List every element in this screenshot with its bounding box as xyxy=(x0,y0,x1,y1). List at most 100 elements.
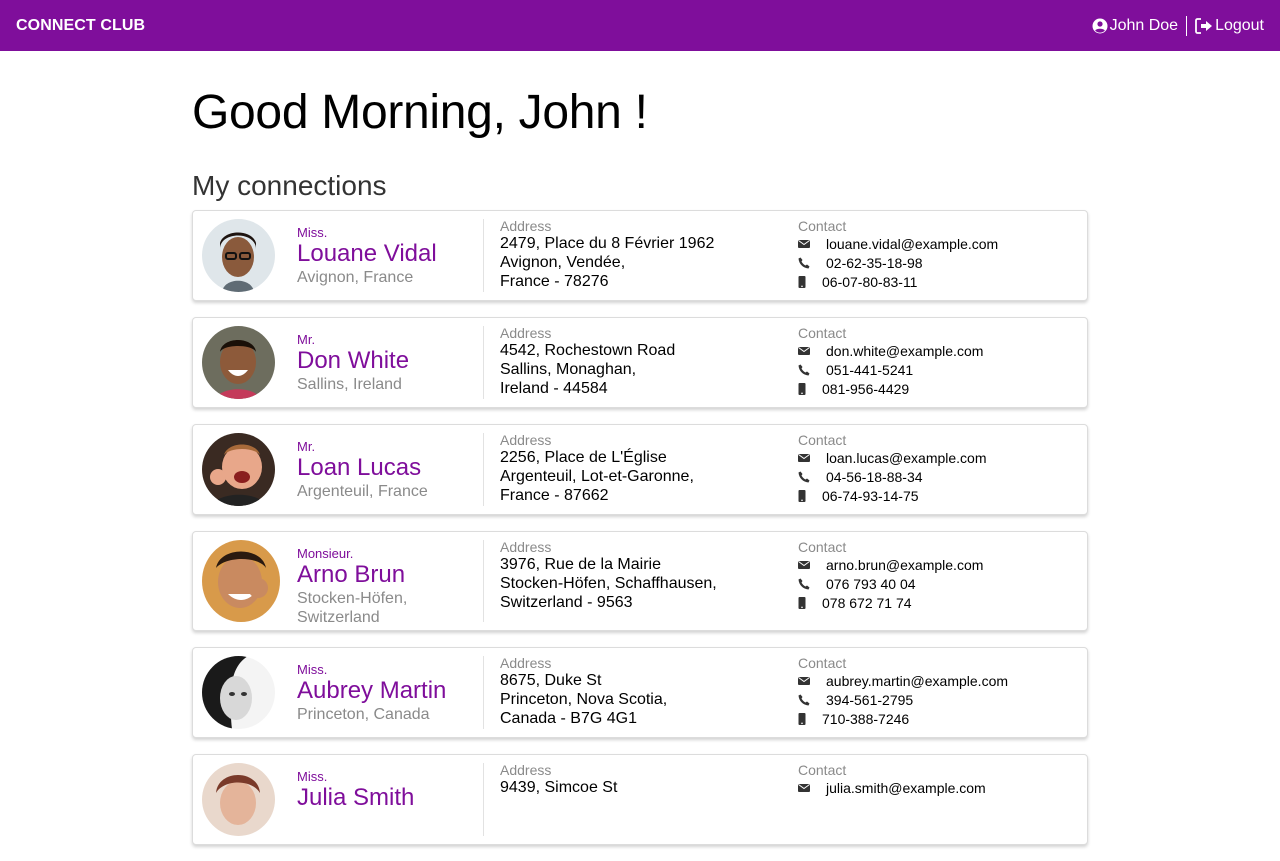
user-name-label: John Doe xyxy=(1109,16,1179,34)
address-block: Address 2256, Place de L'Église Argenteu… xyxy=(500,433,780,505)
email-row[interactable]: arno.brun@example.com xyxy=(798,555,1088,574)
avatar xyxy=(202,540,280,622)
mobile-row[interactable]: 710-388-7246 xyxy=(798,709,1088,728)
connection-location: Avignon, France xyxy=(297,269,414,286)
mobile-value[interactable]: 06-07-80-83-11 xyxy=(822,274,917,290)
connection-identity: Monsieur. Arno Brun Stocken-Höfen, Switz… xyxy=(297,546,477,627)
connection-card[interactable]: Mr. Don White Sallins, Ireland Address 4… xyxy=(192,317,1088,408)
mobile-row[interactable]: 078 672 71 74 xyxy=(798,593,1088,612)
connection-name[interactable]: Arno Brun xyxy=(297,561,477,589)
user-circle-icon xyxy=(1092,18,1108,33)
phone-value[interactable]: 051-441-5241 xyxy=(826,362,913,378)
mobile-icon xyxy=(798,596,806,609)
address-line: Switzerland - 9563 xyxy=(500,594,633,611)
connection-location: Argenteuil, France xyxy=(297,483,428,500)
connection-name[interactable]: Don White xyxy=(297,347,477,375)
connection-card[interactable]: Miss. Aubrey Martin Princeton, Canada Ad… xyxy=(192,647,1088,738)
email-value[interactable]: arno.brun@example.com xyxy=(826,557,983,573)
card-divider xyxy=(483,656,484,729)
contact-label: Contact xyxy=(798,655,847,671)
contact-label: Contact xyxy=(798,762,847,778)
contact-block: Contact aubrey.martin@example.com 394-56… xyxy=(798,656,1088,728)
connection-name[interactable]: Aubrey Martin xyxy=(297,677,477,705)
address-line: Princeton, Nova Scotia, xyxy=(500,691,668,708)
address-line: 2256, Place de L'Église xyxy=(500,449,667,466)
phone-value[interactable]: 04-56-18-88-34 xyxy=(826,469,923,485)
address-line: 3976, Rue de la Mairie xyxy=(500,556,661,573)
phone-row[interactable]: 051-441-5241 xyxy=(798,360,1088,379)
connection-name[interactable]: Louane Vidal xyxy=(297,240,477,268)
email-row[interactable]: julia.smith@example.com xyxy=(798,778,1088,797)
contact-label: Contact xyxy=(798,432,847,448)
brand-logo[interactable]: CONNECT CLUB xyxy=(16,17,145,35)
contact-label: Contact xyxy=(798,325,847,341)
contact-label: Contact xyxy=(798,218,847,234)
email-value[interactable]: don.white@example.com xyxy=(826,343,983,359)
email-row[interactable]: louane.vidal@example.com xyxy=(798,234,1088,253)
mobile-row[interactable]: 06-74-93-14-75 xyxy=(798,486,1088,505)
address-line: Canada - B7G 4G1 xyxy=(500,710,637,727)
email-value[interactable]: louane.vidal@example.com xyxy=(826,236,998,252)
email-value[interactable]: loan.lucas@example.com xyxy=(826,450,987,466)
phone-icon xyxy=(798,471,810,482)
email-row[interactable]: loan.lucas@example.com xyxy=(798,448,1088,467)
contact-block: Contact louane.vidal@example.com 02-62-3… xyxy=(798,219,1088,291)
phone-row[interactable]: 02-62-35-18-98 xyxy=(798,253,1088,272)
contact-block: Contact don.white@example.com 051-441-52… xyxy=(798,326,1088,398)
connection-title: Miss. xyxy=(297,662,328,677)
connection-card[interactable]: Mr. Loan Lucas Argenteuil, France Addres… xyxy=(192,424,1088,515)
connection-location: Sallins, Ireland xyxy=(297,376,402,393)
mobile-value[interactable]: 081-956-4429 xyxy=(822,381,909,397)
card-divider xyxy=(483,326,484,399)
phone-row[interactable]: 04-56-18-88-34 xyxy=(798,467,1088,486)
email-value[interactable]: julia.smith@example.com xyxy=(826,780,986,796)
email-row[interactable]: aubrey.martin@example.com xyxy=(798,671,1088,690)
user-menu-link[interactable]: John Doe xyxy=(1092,16,1179,35)
card-divider xyxy=(483,540,484,622)
phone-row[interactable]: 394-561-2795 xyxy=(798,690,1088,709)
email-value[interactable]: aubrey.martin@example.com xyxy=(826,673,1008,689)
email-row[interactable]: don.white@example.com xyxy=(798,341,1088,360)
phone-value[interactable]: 394-561-2795 xyxy=(826,692,913,708)
address-label: Address xyxy=(500,325,552,341)
mobile-row[interactable]: 081-956-4429 xyxy=(798,379,1088,398)
connection-identity: Mr. Don White Sallins, Ireland xyxy=(297,332,477,394)
address-label: Address xyxy=(500,432,552,448)
connection-identity: Miss. Julia Smith xyxy=(297,769,477,812)
mobile-row[interactable]: 06-07-80-83-11 xyxy=(798,272,1088,291)
envelope-icon xyxy=(798,453,810,462)
mobile-value[interactable]: 06-74-93-14-75 xyxy=(822,488,919,504)
contact-label: Contact xyxy=(798,539,847,555)
sign-out-icon xyxy=(1195,17,1213,34)
contact-block: Contact julia.smith@example.com xyxy=(798,763,1088,797)
phone-icon xyxy=(798,257,810,268)
connection-card[interactable]: Monsieur. Arno Brun Stocken-Höfen, Switz… xyxy=(192,531,1088,631)
phone-value[interactable]: 076 793 40 04 xyxy=(826,576,916,592)
phone-row[interactable]: 076 793 40 04 xyxy=(798,574,1088,593)
card-divider xyxy=(483,219,484,292)
phone-value[interactable]: 02-62-35-18-98 xyxy=(826,255,923,271)
address-block: Address 9439, Simcoe St xyxy=(500,763,780,797)
address-block: Address 8675, Duke St Princeton, Nova Sc… xyxy=(500,656,780,728)
mobile-value[interactable]: 710-388-7246 xyxy=(822,711,909,727)
connection-title: Miss. xyxy=(297,769,328,784)
address-line: 4542, Rochestown Road xyxy=(500,342,676,359)
phone-icon xyxy=(798,364,810,375)
nav-right: John Doe Logout xyxy=(1092,15,1264,36)
connection-card[interactable]: Miss. Louane Vidal Avignon, France Addre… xyxy=(192,210,1088,301)
logout-link[interactable]: Logout xyxy=(1195,17,1264,35)
phone-icon xyxy=(798,694,810,705)
address-line: Ireland - 44584 xyxy=(500,380,608,397)
mobile-value[interactable]: 078 672 71 74 xyxy=(822,595,912,611)
connection-name[interactable]: Loan Lucas xyxy=(297,454,477,482)
address-block: Address 2479, Place du 8 Février 1962 Av… xyxy=(500,219,780,291)
logout-label: Logout xyxy=(1215,16,1264,34)
address-label: Address xyxy=(500,218,552,234)
avatar xyxy=(202,326,275,399)
address-line: Sallins, Monaghan, xyxy=(500,361,637,378)
connections-heading: My connections xyxy=(192,170,387,201)
connection-name[interactable]: Julia Smith xyxy=(297,784,477,812)
mobile-icon xyxy=(798,489,806,502)
avatar xyxy=(202,433,275,506)
connection-title: Miss. xyxy=(297,225,328,240)
